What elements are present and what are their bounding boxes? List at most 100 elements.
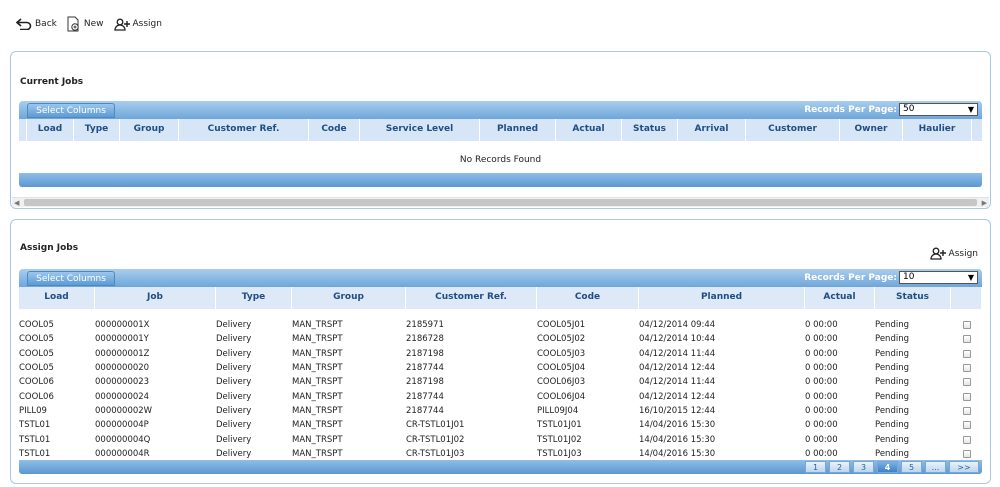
current-jobs-grid-header: Select Columns Records Per Page: 50 ▼ xyxy=(19,101,982,119)
column-header-load[interactable]: Load xyxy=(27,119,74,141)
column-header-code[interactable]: Code xyxy=(309,119,360,141)
table-row[interactable]: COOL05 000000001X Delivery MAN_TRSPT 2185971… xyxy=(19,318,982,332)
table-row[interactable]: TSTL01 000000004R Delivery MAN_TRSPT CR-TSTL… xyxy=(19,447,982,461)
cell-actual: 0 00:00 xyxy=(805,320,838,331)
cell-load: TSTL01 xyxy=(19,448,51,459)
column-header-owner[interactable]: Owner xyxy=(840,119,903,141)
cell-actual: 0 00:00 xyxy=(805,363,838,374)
next-page-button[interactable]: >> xyxy=(949,461,979,473)
records-per-page-select[interactable]: 10 ▼ xyxy=(899,271,978,284)
column-header-customer-ref[interactable]: Customer Ref. xyxy=(406,287,537,309)
scroll-right-icon[interactable]: ▶ xyxy=(982,198,987,208)
records-per-page: Records Per Page: 10 ▼ xyxy=(804,271,978,284)
select-columns-button[interactable]: Select Columns xyxy=(27,271,115,286)
more-pages-button[interactable]: ... xyxy=(925,461,946,473)
table-row[interactable]: TSTL01 000000004P Delivery MAN_TRSPT CR-TSTL… xyxy=(19,418,982,432)
cell-group: MAN_TRSPT xyxy=(292,420,343,431)
cell-status: Pending xyxy=(875,405,909,416)
toolbar: Back New Assign xyxy=(16,16,162,32)
cell-group: MAN_TRSPT xyxy=(292,434,343,445)
column-header-service-level[interactable]: Service Level xyxy=(360,119,480,141)
pagination: 1 2 3 4 5... >> xyxy=(805,461,979,473)
column-header-haulier[interactable]: Haulier xyxy=(903,119,972,141)
dropdown-arrow-icon: ▼ xyxy=(967,105,974,114)
row-checkbox[interactable] xyxy=(962,321,971,330)
cell-status: Pending xyxy=(875,448,909,459)
cell-status: Pending xyxy=(875,320,909,331)
row-checkbox[interactable] xyxy=(962,378,971,387)
cell-job: 0000000020 xyxy=(95,363,150,374)
table-row[interactable]: TSTL01 000000004Q Delivery MAN_TRSPT CR-TSTL… xyxy=(19,432,982,446)
page-button[interactable]: 3 xyxy=(853,461,874,473)
page-button[interactable]: 2 xyxy=(829,461,850,473)
column-header-planned[interactable]: Planned xyxy=(480,119,556,141)
column-header-status[interactable]: Status xyxy=(622,119,678,141)
row-checkbox[interactable] xyxy=(962,406,971,415)
column-header-customer[interactable]: Customer xyxy=(746,119,840,141)
pagination-bar: 1 2 3 4 5... >> xyxy=(19,460,982,474)
column-header-actual[interactable]: Actual xyxy=(556,119,622,141)
column-header-customer-ref[interactable]: Customer Ref. xyxy=(179,119,309,141)
cell-job: 000000002W xyxy=(95,405,153,416)
cell-type: Delivery xyxy=(216,363,252,374)
column-header-type[interactable]: Type xyxy=(74,119,120,141)
cell-status: Pending xyxy=(875,391,909,402)
cell-type: Delivery xyxy=(216,377,252,388)
column-header-group[interactable]: Group xyxy=(292,287,406,309)
horizontal-scrollbar[interactable]: ◀ ▶ xyxy=(12,197,989,207)
records-per-page-select[interactable]: 50 ▼ xyxy=(899,103,978,116)
column-header-actual[interactable]: Actual xyxy=(805,287,875,309)
page-button[interactable]: 5 xyxy=(901,461,922,473)
cell-select xyxy=(951,449,982,458)
column-header-arrival[interactable]: Arrival xyxy=(678,119,746,141)
assign-button[interactable]: Assign xyxy=(929,247,978,260)
column-header-job[interactable]: Job xyxy=(95,287,216,309)
cell-load: COOL06 xyxy=(19,391,54,402)
row-checkbox[interactable] xyxy=(962,392,971,401)
page-button[interactable]: 4 xyxy=(877,461,898,473)
cell-code: COOL05J03 xyxy=(537,348,586,359)
cell-code: TSTL01J02 xyxy=(537,434,582,445)
table-row[interactable]: COOL05 000000001Y Delivery MAN_TRSPT 2186728… xyxy=(19,332,982,346)
assign-toolbar-button[interactable]: Assign xyxy=(113,18,162,31)
back-button[interactable]: Back xyxy=(16,18,57,30)
cell-code: COOL05J01 xyxy=(537,320,586,331)
column-header-status[interactable]: Status xyxy=(875,287,951,309)
cell-planned: 14/04/2016 15:30 xyxy=(639,420,716,431)
new-document-icon xyxy=(67,16,79,32)
cell-load: COOL05 xyxy=(19,320,54,331)
new-button[interactable]: New xyxy=(67,16,104,32)
table-row[interactable]: PILL09 000000002W Delivery MAN_TRSPT 2187744… xyxy=(19,404,982,418)
cell-customer-ref: 2187198 xyxy=(406,377,444,388)
cell-status: Pending xyxy=(875,434,909,445)
table-row[interactable]: COOL05 0000000020 Delivery MAN_TRSPT 2187744… xyxy=(19,361,982,375)
cell-load: COOL06 xyxy=(19,377,54,388)
table-row[interactable]: COOL06 0000000023 Delivery MAN_TRSPT 2187198… xyxy=(19,375,982,389)
cell-actual: 0 00:00 xyxy=(805,334,838,345)
scroll-left-icon[interactable]: ◀ xyxy=(14,198,19,208)
column-header-load[interactable]: Load xyxy=(19,287,95,309)
cell-planned: 04/12/2014 11:44 xyxy=(639,348,716,359)
cell-job: 000000001Z xyxy=(95,348,150,359)
select-columns-button[interactable]: Select Columns xyxy=(27,103,115,118)
cell-select xyxy=(951,335,982,344)
row-checkbox[interactable] xyxy=(962,335,971,344)
cell-planned: 04/12/2014 12:44 xyxy=(639,391,716,402)
column-header-group[interactable]: Group xyxy=(120,119,179,141)
row-checkbox[interactable] xyxy=(962,449,971,458)
cell-customer-ref: 2187198 xyxy=(406,348,444,359)
cell-actual: 0 00:00 xyxy=(805,420,838,431)
row-checkbox[interactable] xyxy=(962,364,971,373)
cell-select xyxy=(951,378,982,387)
row-checkbox[interactable] xyxy=(962,349,971,358)
scrollbar-thumb[interactable] xyxy=(24,199,977,206)
row-checkbox[interactable] xyxy=(962,421,971,430)
row-checkbox[interactable] xyxy=(962,435,971,444)
table-row[interactable]: COOL06 0000000024 Delivery MAN_TRSPT 2187744… xyxy=(19,389,982,403)
table-row[interactable]: COOL05 000000001Z Delivery MAN_TRSPT 2187198… xyxy=(19,347,982,361)
column-header-planned[interactable]: Planned xyxy=(639,287,805,309)
page-button[interactable]: 1 xyxy=(805,461,826,473)
cell-group: MAN_TRSPT xyxy=(292,405,343,416)
column-header-code[interactable]: Code xyxy=(537,287,639,309)
column-header-type[interactable]: Type xyxy=(216,287,292,309)
